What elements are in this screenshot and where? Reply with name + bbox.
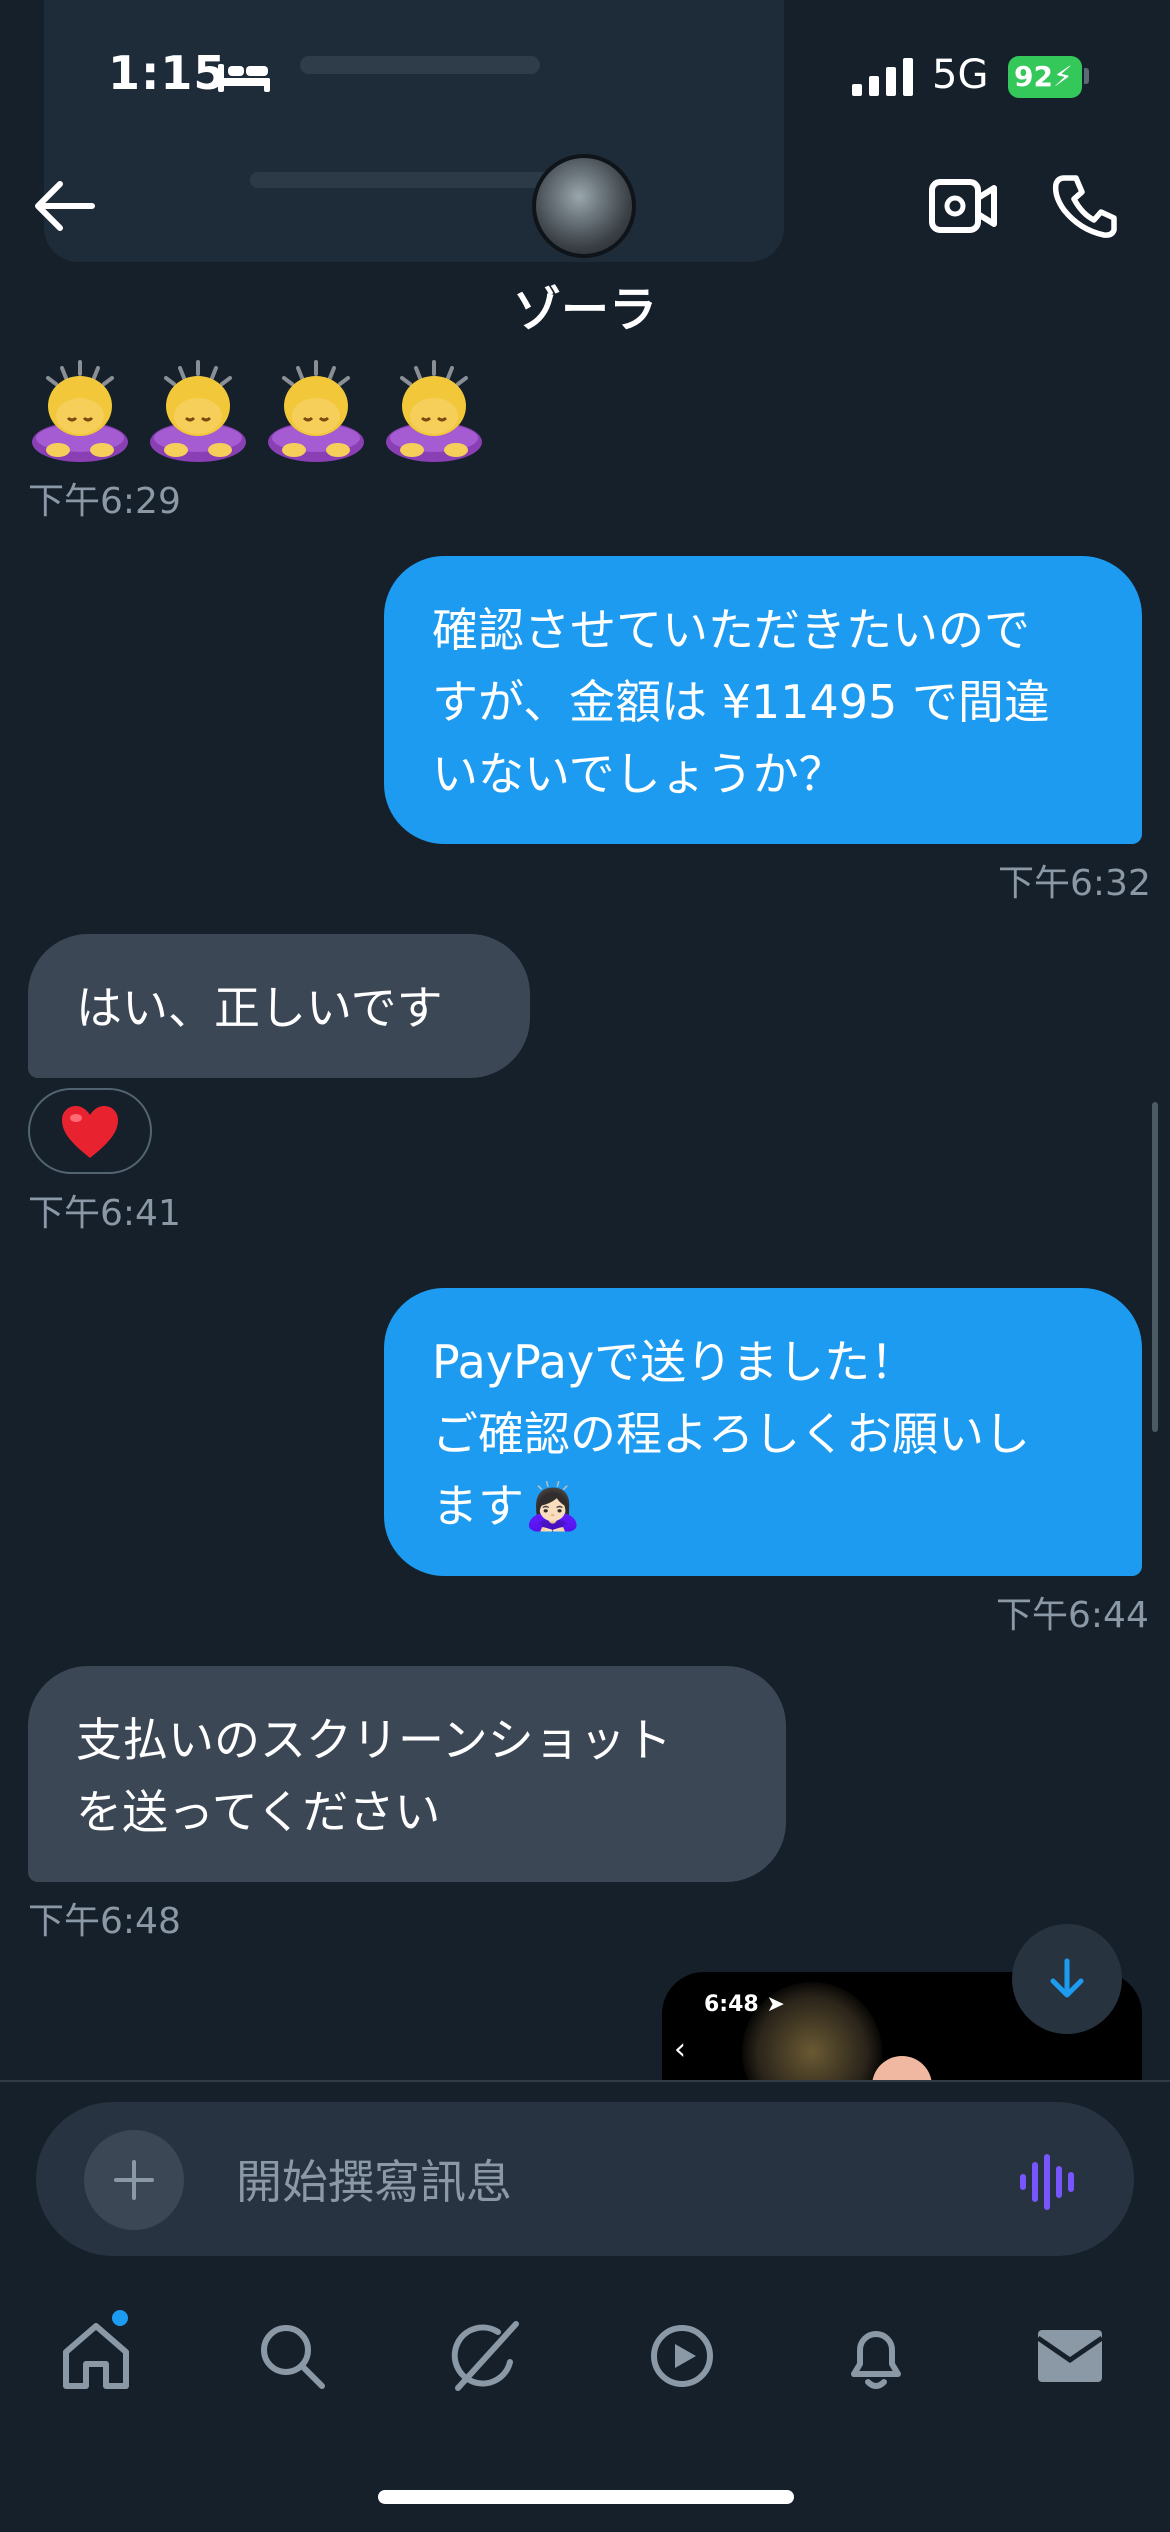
message-time: 下午6:32	[998, 863, 1151, 904]
bowing-woman-emoji	[150, 360, 246, 462]
plus-icon	[114, 2160, 154, 2200]
tab-grok[interactable]	[446, 2316, 526, 2396]
sleep-focus-icon	[218, 64, 270, 92]
phone-call-icon[interactable]	[1050, 172, 1120, 238]
battery-level: 92	[1014, 60, 1053, 93]
bell-icon	[851, 2331, 901, 2389]
heart-icon	[62, 1106, 118, 1158]
mail-icon	[1036, 2330, 1104, 2382]
location-arrow-icon: ➤	[766, 1992, 785, 2017]
image-status-time: 6:48 ➤	[704, 1992, 785, 2017]
background-overlay	[44, 0, 784, 262]
overlay-line	[300, 56, 540, 74]
chevron-left-icon: ‹	[674, 2032, 686, 2067]
message-text-line: すが、金額は ¥11495 で間違	[432, 675, 1050, 729]
play-icon	[651, 2325, 713, 2387]
bowing-woman-emoji	[268, 360, 364, 462]
outgoing-message-bubble[interactable]: PayPayで送りました！ ご確認の程よろしくお願いし ます🙇🏻‍♀️	[384, 1288, 1142, 1576]
message-text-line: ご確認の程よろしくお願いし	[432, 1407, 1030, 1461]
message-text-line: 確認させていただきたいので	[432, 603, 1030, 657]
tab-video[interactable]	[642, 2316, 722, 2396]
message-time: 下午6:41	[28, 1193, 181, 1234]
scrollbar[interactable]	[1152, 1102, 1158, 1432]
tab-home[interactable]	[56, 2316, 136, 2396]
message-text-line: ます🙇🏻‍♀️	[432, 1479, 582, 1533]
emoji-message[interactable]	[28, 356, 508, 468]
grok-icon	[451, 2321, 519, 2391]
bowing-woman-emoji	[386, 360, 482, 462]
tab-search[interactable]	[252, 2316, 332, 2396]
message-text-line: 支払いのスクリーンショット	[76, 1713, 672, 1767]
status-time: 1:15	[108, 46, 227, 100]
add-attachment-button[interactable]	[84, 2130, 184, 2230]
back-arrow-icon[interactable]	[30, 178, 96, 234]
charging-icon: ⚡	[1052, 60, 1073, 93]
battery-indicator: 92⚡	[1008, 56, 1082, 98]
contact-avatar[interactable]	[532, 154, 636, 258]
message-input[interactable]	[236, 2150, 936, 2214]
message-text-line: いないでしょうか？	[432, 747, 845, 801]
search-icon	[261, 2325, 325, 2389]
incoming-message-bubble[interactable]: はい、正しいです	[28, 934, 530, 1078]
outgoing-message-bubble[interactable]: 確認させていただきたいので すが、金額は ¥11495 で間違 いないでしょうか…	[384, 556, 1142, 844]
incoming-message-bubble[interactable]: 支払いのスクリーンショット を送ってください	[28, 1666, 786, 1882]
heart-reaction[interactable]	[28, 1088, 152, 1174]
cellular-signal-icon	[852, 58, 913, 96]
message-time: 下午6:44	[996, 1595, 1149, 1636]
battery-cap	[1084, 68, 1089, 84]
message-time: 下午6:29	[28, 481, 181, 522]
video-call-icon[interactable]	[928, 176, 998, 236]
bowing-woman-emoji	[32, 360, 128, 462]
message-text-line: PayPayで送りました！	[432, 1335, 917, 1389]
notification-dot	[112, 2310, 128, 2326]
scroll-to-bottom-button[interactable]	[1012, 1924, 1122, 2034]
voice-message-icon[interactable]	[1018, 2152, 1082, 2212]
home-indicator[interactable]	[378, 2490, 794, 2504]
contact-name[interactable]: ゾーラ	[0, 270, 1170, 340]
message-text-line: はい、正しいです	[76, 981, 443, 1035]
message-text-line: を送ってください	[76, 1785, 441, 1839]
tab-notifications[interactable]	[836, 2316, 916, 2396]
tab-messages[interactable]	[1030, 2316, 1110, 2396]
arrow-down-icon	[1050, 1958, 1084, 1998]
message-time: 下午6:48	[28, 1901, 181, 1942]
network-type: 5G	[932, 52, 989, 98]
home-icon	[63, 2323, 129, 2389]
